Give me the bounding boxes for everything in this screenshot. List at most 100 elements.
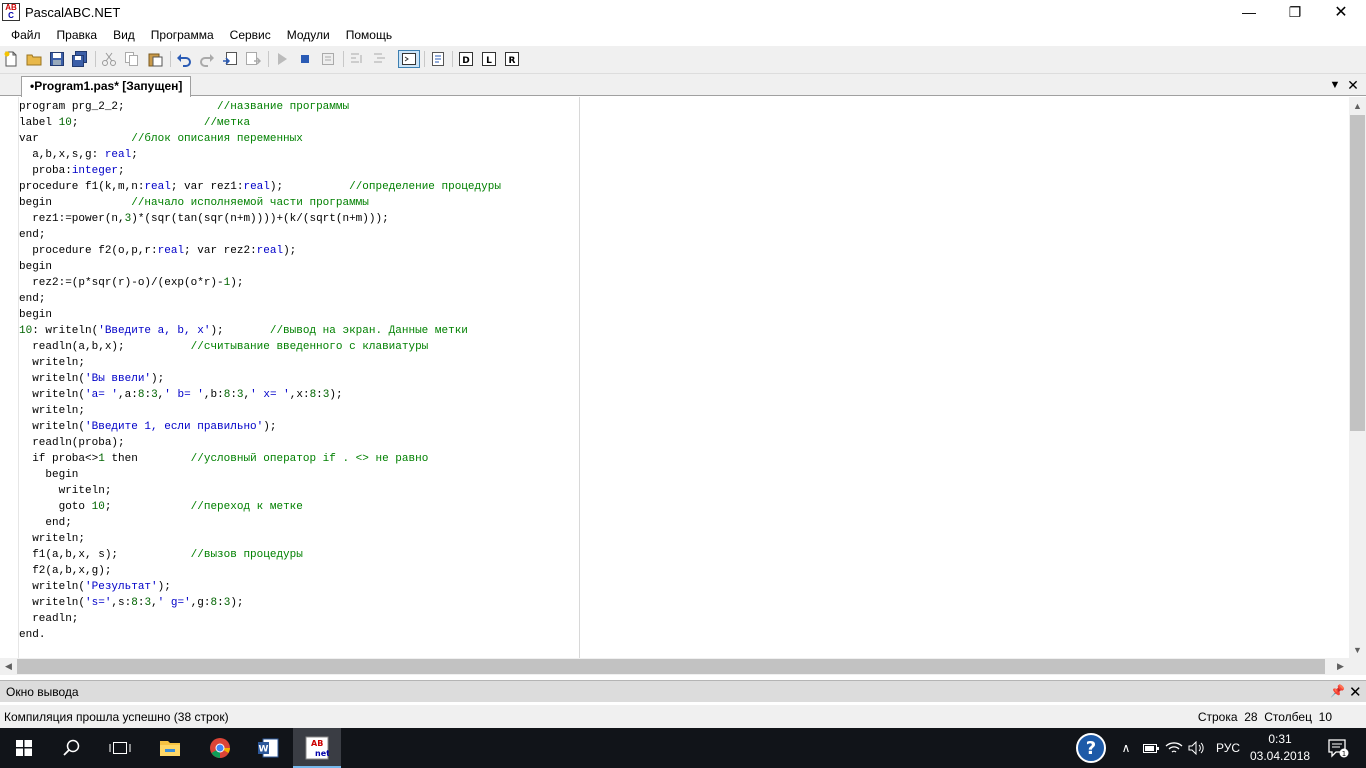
- code-line[interactable]: rez1:=power(n,3)*(sqr(tan(sqr(n+m))))+(k…: [19, 211, 501, 227]
- code-text[interactable]: program prg_2_2; //название программы lab…: [19, 99, 501, 643]
- horizontal-scrollbar[interactable]: ◀ ▶: [0, 658, 1349, 675]
- form-designer-icon[interactable]: [429, 50, 447, 68]
- step-over-icon[interactable]: [371, 50, 389, 68]
- code-line[interactable]: f2(a,b,x,g);: [19, 563, 501, 579]
- code-line[interactable]: begin: [19, 307, 501, 323]
- undo-icon[interactable]: [175, 50, 193, 68]
- scroll-right-icon[interactable]: ▶: [1332, 658, 1349, 675]
- menu-file[interactable]: Файл: [3, 24, 49, 46]
- new-file-icon[interactable]: [2, 50, 20, 68]
- wifi-icon[interactable]: [1163, 728, 1185, 768]
- task-view-icon[interactable]: [96, 728, 144, 768]
- menu-modules[interactable]: Модули: [279, 24, 338, 46]
- word-icon[interactable]: W: [244, 728, 292, 768]
- template-icon-1[interactable]: D: [457, 50, 475, 68]
- code-line[interactable]: end;: [19, 291, 501, 307]
- debug-icon[interactable]: [319, 50, 337, 68]
- code-line[interactable]: end;: [19, 515, 501, 531]
- vertical-scroll-thumb[interactable]: [1350, 115, 1365, 431]
- horizontal-scroll-thumb[interactable]: [17, 659, 1325, 674]
- menu-edit[interactable]: Правка: [49, 24, 106, 46]
- code-line[interactable]: goto 10; //переход к метке: [19, 499, 501, 515]
- search-icon[interactable]: [48, 728, 96, 768]
- maximize-button[interactable]: ❐: [1272, 0, 1318, 24]
- scroll-down-icon[interactable]: ▼: [1349, 641, 1366, 658]
- tab-close-icon[interactable]: ✕: [1345, 77, 1361, 93]
- file-explorer-icon[interactable]: [146, 728, 194, 768]
- copy-icon[interactable]: [123, 50, 141, 68]
- code-editor[interactable]: program prg_2_2; //название программы lab…: [0, 97, 1366, 658]
- code-line[interactable]: readln(a,b,x); //считывание введенного с…: [19, 339, 501, 355]
- code-line[interactable]: begin //начало исполняемой части програм…: [19, 195, 501, 211]
- pascalabc-taskbar-icon[interactable]: AB net: [293, 728, 341, 768]
- code-line[interactable]: a,b,x,s,g: real;: [19, 147, 501, 163]
- battery-icon[interactable]: [1140, 728, 1162, 768]
- menu-view[interactable]: Вид: [105, 24, 143, 46]
- code-line[interactable]: program prg_2_2; //название программы: [19, 99, 501, 115]
- code-line[interactable]: if proba<>1 then //условный оператор if …: [19, 451, 501, 467]
- svg-text:D: D: [462, 56, 469, 66]
- code-line[interactable]: end;: [19, 227, 501, 243]
- code-line[interactable]: writeln('a= ',a:8:3,' b= ',b:8:3,' x= ',…: [19, 387, 501, 403]
- scroll-left-icon[interactable]: ◀: [0, 658, 17, 675]
- save-icon[interactable]: [48, 50, 66, 68]
- menu-program[interactable]: Программа: [143, 24, 222, 46]
- stop-icon[interactable]: [296, 50, 314, 68]
- code-line[interactable]: writeln('s=',s:8:3,' g=',g:8:3);: [19, 595, 501, 611]
- output-window-icon[interactable]: [398, 50, 420, 68]
- code-line[interactable]: rez2:=(p*sqr(r)-o)/(exp(o*r)-1);: [19, 275, 501, 291]
- code-line[interactable]: writeln;: [19, 531, 501, 547]
- scroll-up-icon[interactable]: ▲: [1349, 97, 1366, 114]
- code-line[interactable]: writeln;: [19, 483, 501, 499]
- volume-icon[interactable]: [1186, 728, 1208, 768]
- tab-program1[interactable]: •Program1.pas* [Запущен]: [21, 76, 192, 97]
- clock[interactable]: 0:31 03.04.2018: [1250, 731, 1310, 765]
- tray-expand-chevron-icon[interactable]: ∧: [1117, 728, 1135, 768]
- code-line[interactable]: writeln('Результат');: [19, 579, 501, 595]
- code-token: : writeln(: [32, 325, 99, 337]
- cut-icon[interactable]: [100, 50, 118, 68]
- help-icon[interactable]: ?: [1072, 728, 1110, 768]
- close-button[interactable]: ✕: [1318, 0, 1364, 24]
- code-line[interactable]: 10: writeln('Введите a, b, x'); //вывод …: [19, 323, 501, 339]
- code-line[interactable]: readln;: [19, 611, 501, 627]
- replace-icon[interactable]: [244, 50, 262, 68]
- output-close-icon[interactable]: ✕: [1349, 683, 1363, 701]
- template-icon-2[interactable]: L: [480, 50, 498, 68]
- code-token: f1(k,m,n:: [78, 181, 145, 193]
- redo-icon[interactable]: [198, 50, 216, 68]
- notifications-icon[interactable]: 1: [1318, 728, 1358, 768]
- code-line[interactable]: var //блок описания переменных: [19, 131, 501, 147]
- language-indicator[interactable]: РУС: [1211, 728, 1245, 768]
- code-line[interactable]: begin: [19, 259, 501, 275]
- code-line[interactable]: writeln('Вы ввели');: [19, 371, 501, 387]
- code-line[interactable]: label 10; //метка: [19, 115, 501, 131]
- chrome-icon[interactable]: [196, 728, 244, 768]
- paste-icon[interactable]: [146, 50, 164, 68]
- menu-service[interactable]: Сервис: [222, 24, 279, 46]
- open-folder-icon[interactable]: [25, 50, 43, 68]
- menu-help[interactable]: Помощь: [338, 24, 400, 46]
- find-icon[interactable]: [221, 50, 239, 68]
- code-line[interactable]: writeln;: [19, 355, 501, 371]
- vertical-scrollbar[interactable]: ▲ ▼: [1349, 97, 1366, 658]
- code-line[interactable]: proba:integer;: [19, 163, 501, 179]
- code-line[interactable]: procedure f2(o,p,r:real; var rez2:real);: [19, 243, 501, 259]
- code-line[interactable]: writeln;: [19, 403, 501, 419]
- run-icon[interactable]: [273, 50, 291, 68]
- minimize-button[interactable]: —: [1226, 0, 1272, 24]
- tab-list-chevron-icon[interactable]: ▼: [1327, 77, 1343, 93]
- line-value: 28: [1244, 710, 1258, 724]
- code-line[interactable]: procedure f1(k,m,n:real; var rez1:real);…: [19, 179, 501, 195]
- step-into-icon[interactable]: [348, 50, 366, 68]
- code-line[interactable]: f1(a,b,x, s); //вызов процедуры: [19, 547, 501, 563]
- save-all-icon[interactable]: [71, 50, 89, 68]
- start-windows-icon[interactable]: [0, 728, 48, 768]
- code-line[interactable]: writeln('Введите 1, если правильно');: [19, 419, 501, 435]
- code-line[interactable]: readln(proba);: [19, 435, 501, 451]
- code-line[interactable]: begin: [19, 467, 501, 483]
- code-line[interactable]: end.: [19, 627, 501, 643]
- pin-icon[interactable]: 📌: [1330, 684, 1345, 700]
- template-icon-3[interactable]: R: [503, 50, 521, 68]
